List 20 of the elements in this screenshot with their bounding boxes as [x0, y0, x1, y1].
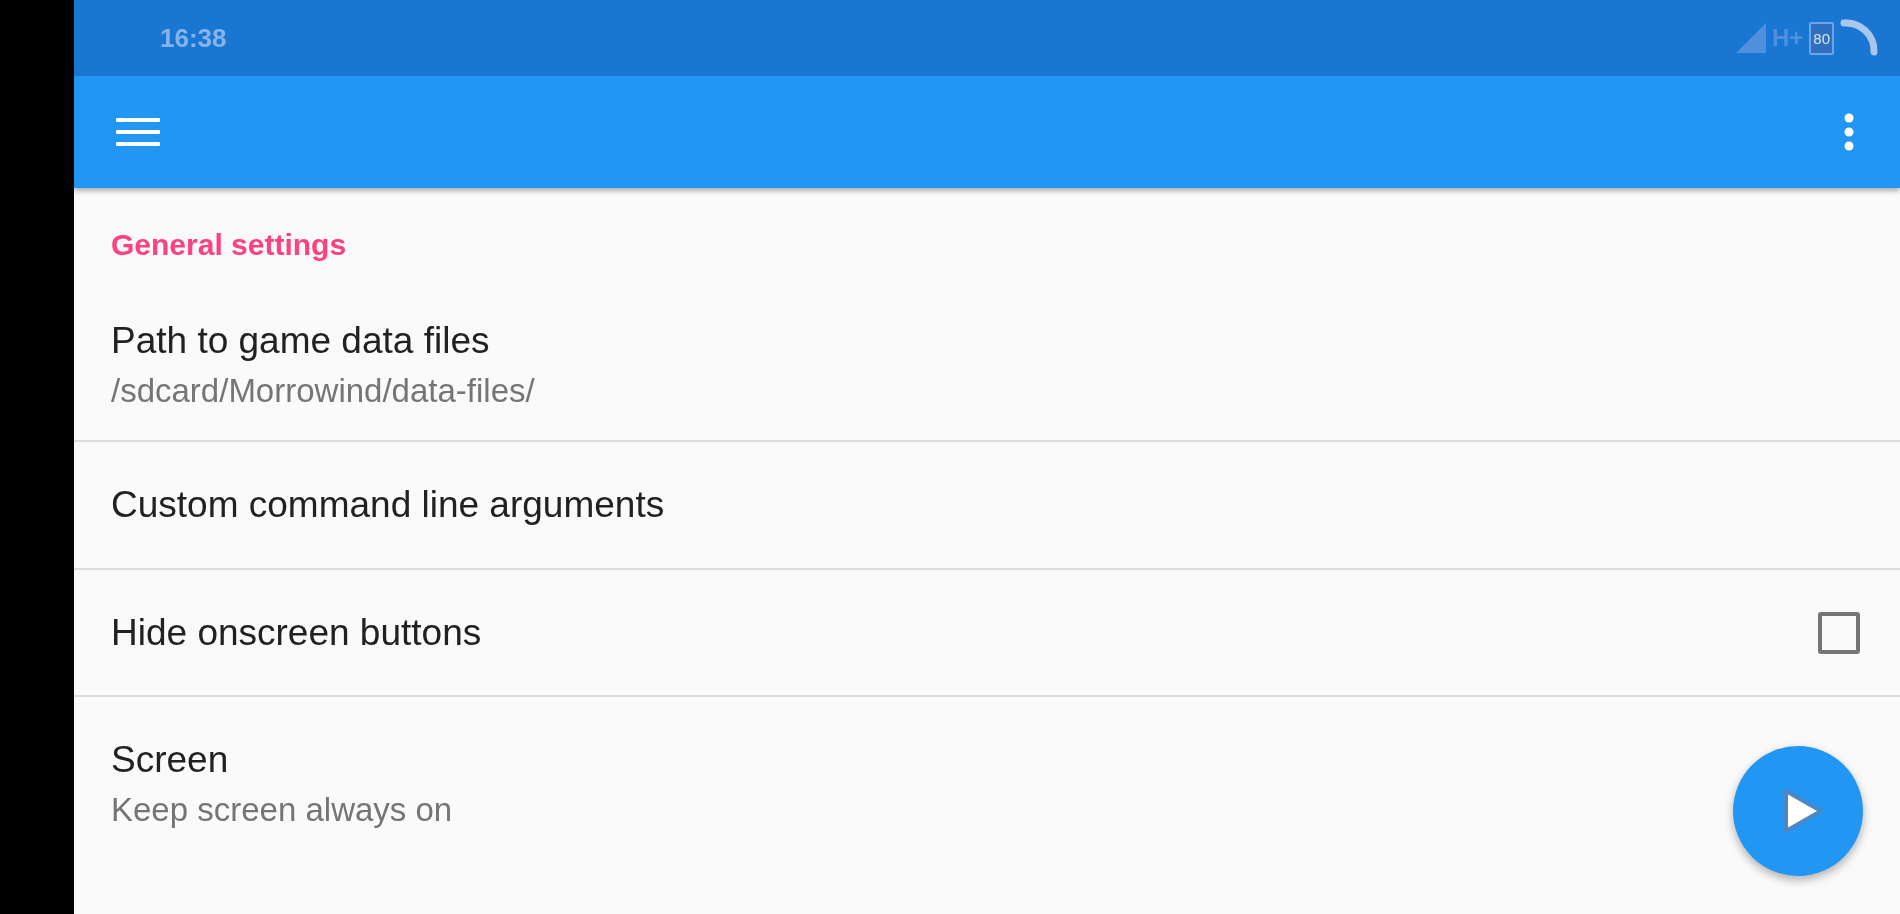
checkbox[interactable] — [1818, 611, 1860, 654]
settings-item[interactable]: Screen Keep screen always on — [74, 697, 1900, 829]
play-button[interactable] — [1733, 746, 1863, 876]
setting-summary: /sdcard/Morrowind/data-files/ — [111, 372, 535, 410]
setting-title: Screen — [111, 739, 230, 781]
section-header: General settings — [110, 227, 347, 263]
setting-summary: Keep screen always on — [111, 791, 453, 829]
setting-title: Path to game data files — [111, 320, 491, 362]
clock-time: 16:38 — [160, 22, 227, 54]
settings-item[interactable]: Path to game data files /sdcard/Morrowind/data-files/ — [74, 290, 1900, 442]
settings-item[interactable]: Hide onscreen buttons — [74, 570, 1900, 697]
setting-title: Hide onscreen buttons — [111, 611, 482, 654]
signal-icon — [1735, 23, 1766, 53]
setting-title: Custom command line arguments — [111, 484, 665, 526]
play-icon — [1781, 787, 1825, 835]
menu-icon[interactable] — [116, 116, 160, 148]
loading-arc-icon — [1840, 18, 1880, 58]
battery-level: 80 — [1809, 21, 1834, 55]
more-options-icon[interactable] — [1844, 113, 1854, 151]
settings-item[interactable]: Custom command line arguments — [74, 442, 1900, 570]
